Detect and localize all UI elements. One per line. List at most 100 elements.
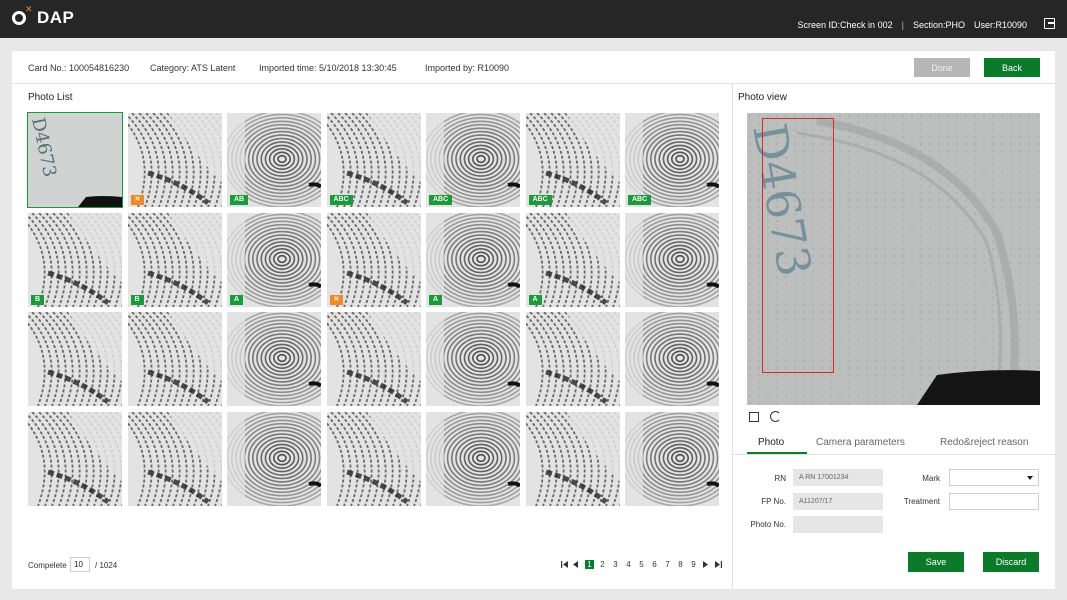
photo-thumbnail[interactable]: D4673	[27, 112, 123, 208]
photo-thumbnail[interactable]	[625, 411, 719, 506]
last-page-icon[interactable]	[715, 560, 722, 569]
complete-count-input[interactable]: 10	[70, 557, 90, 572]
rn-field[interactable]: A RN 17001234	[793, 469, 883, 486]
back-button[interactable]: Back	[984, 58, 1040, 77]
photo-thumbnail[interactable]	[326, 411, 421, 506]
fingerprint-image	[127, 411, 222, 506]
dropdown-caret-icon	[1027, 476, 1033, 480]
photo-thumbnail[interactable]	[227, 312, 321, 406]
fingerprint-image	[525, 212, 620, 307]
imported-by: Imported by: R10090	[425, 63, 510, 73]
mark-select[interactable]	[949, 469, 1039, 486]
app-title: DAP	[37, 8, 75, 27]
tab-camera-parameters[interactable]: Camera parameters	[816, 437, 905, 448]
photo-view-title: Photo view	[738, 92, 787, 103]
fingerprint-image	[326, 113, 421, 207]
photo-thumbnail[interactable]	[525, 411, 620, 506]
page-number[interactable]: 5	[637, 560, 646, 569]
photo-thumbnail[interactable]: B	[127, 212, 222, 307]
photo-thumbnail[interactable]: A	[227, 212, 321, 307]
page-number[interactable]: 7	[663, 560, 672, 569]
page-number[interactable]: 1	[585, 560, 594, 569]
prev-page-icon[interactable]	[573, 560, 580, 569]
fingerprint-image	[127, 212, 222, 307]
logo-spark-icon: ✕	[25, 4, 33, 14]
fingerprint-image	[625, 312, 719, 406]
selection-rectangle[interactable]	[762, 118, 834, 373]
fingerprint-image	[426, 312, 520, 406]
fingerprint-image	[525, 312, 620, 406]
photo-thumbnail[interactable]: ABC	[326, 113, 421, 207]
reject-badge: ✕	[130, 195, 145, 205]
grade-badge: B	[130, 294, 144, 305]
tab-photo[interactable]: Photo	[758, 437, 784, 448]
separator: |	[901, 20, 904, 30]
done-button[interactable]: Done	[914, 58, 970, 77]
photo-thumbnail[interactable]: ✕	[326, 212, 421, 307]
card-photo-image: D4673	[28, 113, 122, 207]
fingerprint-image	[227, 312, 321, 406]
photo-thumbnail[interactable]: AB	[227, 113, 321, 207]
mark-label: Mark	[922, 474, 940, 483]
photo-no-field[interactable]	[793, 516, 883, 533]
photo-thumbnail[interactable]	[426, 312, 520, 406]
page-number[interactable]: 2	[598, 560, 607, 569]
page-number[interactable]: 6	[650, 560, 659, 569]
photo-thumbnail[interactable]	[127, 411, 222, 506]
grade-badge: A	[528, 294, 542, 305]
photo-thumbnail[interactable]	[426, 411, 520, 506]
mark-value	[950, 474, 955, 481]
fingerprint-image	[28, 212, 122, 307]
grade-badge: ABC	[628, 195, 652, 205]
page-number[interactable]: 3	[611, 560, 620, 569]
app-logo: ✕ DAP	[12, 4, 75, 28]
page-number[interactable]: 9	[689, 560, 698, 569]
page-number[interactable]: 8	[676, 560, 685, 569]
treatment-value	[950, 498, 955, 505]
treatment-field[interactable]	[949, 493, 1039, 510]
photo-no-label: Photo No.	[750, 520, 786, 529]
photo-thumbnail[interactable]	[625, 312, 719, 406]
photo-thumbnail[interactable]: ABC	[625, 113, 719, 207]
photo-thumbnail[interactable]: ABC	[525, 113, 620, 207]
page-number[interactable]: 4	[624, 560, 633, 569]
panel-divider	[732, 84, 733, 589]
photo-thumbnail[interactable]	[326, 312, 421, 406]
photo-thumbnail[interactable]: A	[426, 212, 520, 307]
photo-grid: D4673 ✕ AB ABC ABC ABC ABC B B A ✕ A A	[27, 112, 719, 506]
photo-thumbnail[interactable]	[625, 212, 719, 307]
tab-redo-reject-reason[interactable]: Redo&reject reason	[940, 437, 1028, 448]
next-page-icon[interactable]	[703, 560, 710, 569]
photo-thumbnail[interactable]	[227, 411, 321, 506]
photo-thumbnail[interactable]	[525, 312, 620, 406]
photo-thumbnail[interactable]	[28, 411, 122, 506]
pagination: 123456789	[561, 560, 722, 569]
discard-button[interactable]: Discard	[983, 552, 1039, 572]
photo-thumbnail[interactable]	[127, 312, 222, 406]
rn-label: RN	[774, 474, 786, 483]
section-label: Section:PHO	[912, 20, 965, 30]
first-page-icon[interactable]	[561, 560, 568, 569]
grade-badge: ABC	[429, 195, 453, 205]
crop-square-icon[interactable]	[749, 412, 759, 422]
fp-no-field[interactable]: A11207/17	[793, 493, 883, 510]
photo-thumbnail[interactable]: A	[525, 212, 620, 307]
save-button[interactable]: Save	[908, 552, 964, 572]
logout-icon[interactable]	[1044, 18, 1055, 29]
fingerprint-image	[625, 212, 719, 307]
rotate-icon[interactable]	[770, 411, 781, 422]
complete-label: Compelete	[28, 561, 67, 570]
reject-badge: ✕	[329, 294, 344, 305]
photo-thumbnail[interactable]: ABC	[426, 113, 520, 207]
photo-viewer[interactable]: D4673	[747, 113, 1040, 405]
active-tab-indicator	[747, 452, 807, 454]
fp-no-label: FP No.	[761, 497, 786, 506]
page-numbers: 123456789	[585, 560, 698, 569]
photo-thumbnail[interactable]: B	[28, 212, 122, 307]
fingerprint-image	[326, 312, 421, 406]
photo-thumbnail[interactable]: ✕	[127, 113, 222, 207]
photo-list-title: Photo List	[28, 92, 73, 103]
photo-thumbnail[interactable]	[28, 312, 122, 406]
grade-badge: AB	[230, 195, 249, 205]
fingerprint-image	[227, 411, 321, 506]
